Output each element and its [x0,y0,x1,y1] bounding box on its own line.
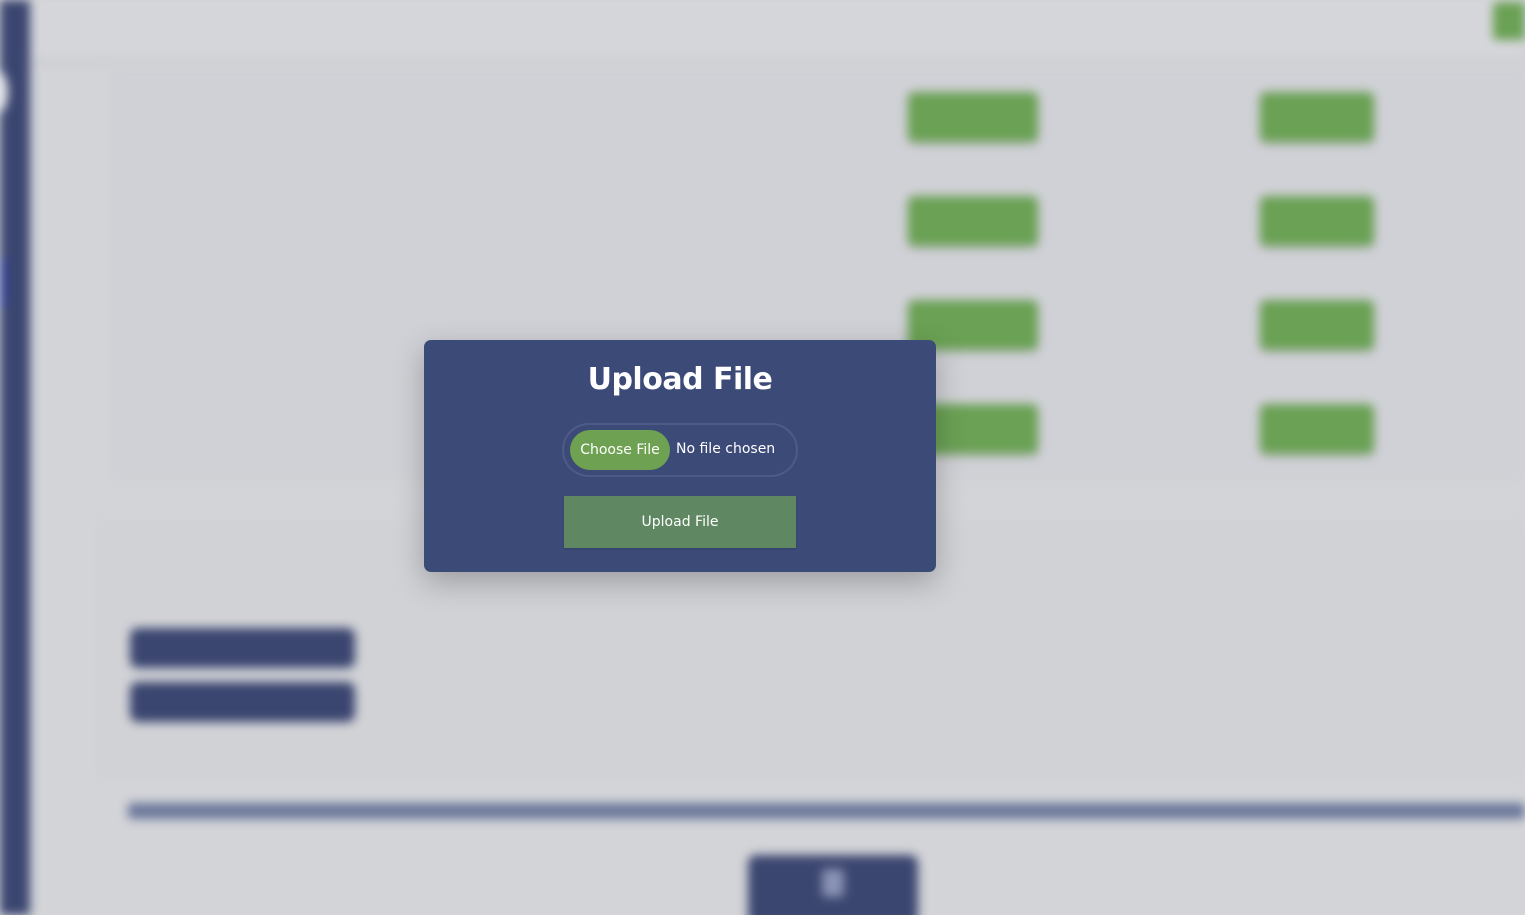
row-action-button [908,92,1038,142]
upload-file-button[interactable]: Upload File [564,496,796,548]
sidebar-avatar [0,70,8,114]
table-row [110,92,1525,152]
file-chip [130,682,355,722]
table-row [110,196,1525,256]
section-divider [128,803,1525,819]
row-secondary-button [1260,404,1374,454]
file-input[interactable]: Choose File No file chosen [562,423,798,477]
row-secondary-button [1260,92,1374,142]
row-secondary-button [1260,196,1374,246]
document-icon [822,869,844,897]
topbar-action-button [1493,2,1525,40]
file-status-text: No file chosen [676,441,776,457]
upload-file-modal: Upload File Choose File No file chosen U… [424,340,936,572]
row-secondary-button [1260,300,1374,350]
sidebar [0,0,30,915]
top-bar [30,0,1525,58]
row-action-button [908,196,1038,246]
file-chip [130,628,355,668]
bottom-card [748,855,918,915]
sidebar-active-marker [0,258,6,308]
choose-file-button[interactable]: Choose File [570,430,670,470]
modal-title: Upload File [587,362,773,397]
